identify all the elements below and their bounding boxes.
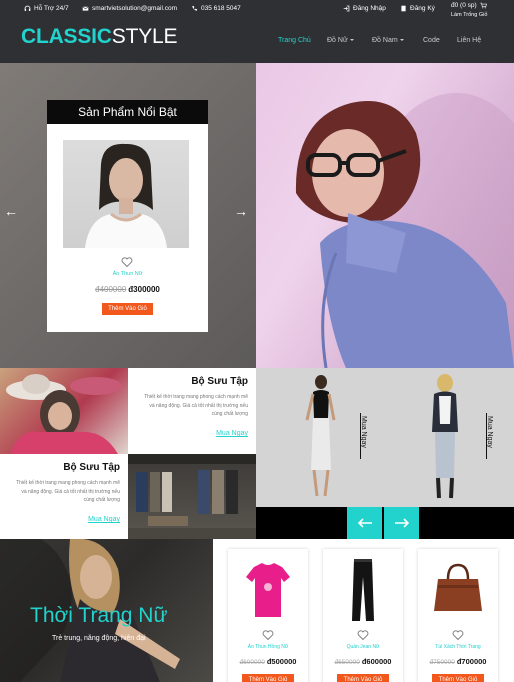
- sign-in-icon: [343, 5, 350, 12]
- cart-clear-link[interactable]: Làm Trống Giỏ: [451, 12, 487, 18]
- product-name[interactable]: Quần Jean Nữ: [323, 644, 403, 650]
- product-image[interactable]: [428, 555, 488, 625]
- women-fashion-banner[interactable]: Thời Trang Nữ Trẻ trung, năng động, hiện…: [0, 539, 213, 682]
- new-price: đ300000: [128, 285, 160, 294]
- cart-link[interactable]: đ0 (0 sp): [451, 2, 487, 9]
- old-price: đ750000: [429, 659, 455, 666]
- heart-icon[interactable]: [262, 629, 274, 641]
- featured-product-card: Sản Phẩm Nổi Bật Áo Thun Nữ đ400000 đ3000…: [47, 100, 208, 332]
- product-price: đ650000 đ600000: [323, 657, 403, 666]
- nav-men[interactable]: Đồ Nam: [372, 37, 404, 44]
- heart-icon[interactable]: [452, 629, 464, 641]
- buy-now-link-1[interactable]: Mua Ngay: [360, 416, 367, 448]
- main-header: CLASSICSTYLE Trang Chủ Đồ Nữ Đồ Nam Code…: [0, 20, 514, 63]
- hero-model-image: [256, 63, 514, 368]
- cart-icon: [480, 2, 487, 9]
- nav-women[interactable]: Đồ Nữ: [327, 37, 354, 44]
- email-label: smartvietsolution@gmail.com: [92, 5, 177, 12]
- collection-buy-link-1[interactable]: Mua Ngay: [216, 430, 248, 437]
- product-name[interactable]: Túi Xách Thời Trang: [418, 644, 498, 650]
- site-logo[interactable]: CLASSICSTYLE: [21, 25, 178, 48]
- cart-summary: đ0 (0 sp): [451, 2, 477, 9]
- models-prev-button[interactable]: [347, 507, 382, 539]
- add-to-cart-button[interactable]: Thêm Vào Giỏ: [242, 674, 294, 682]
- women-banner-title: Thời Trang Nữ: [30, 604, 168, 627]
- phone-icon: [192, 5, 198, 11]
- collection-buy-link-2[interactable]: Mua Ngay: [88, 516, 120, 523]
- nav-women-label: Đồ Nữ: [327, 37, 348, 44]
- register-link[interactable]: Đăng Ký: [400, 5, 435, 12]
- add-to-cart-button[interactable]: Thêm Vào Giỏ: [432, 674, 484, 682]
- collection-image-hats[interactable]: [0, 368, 128, 454]
- phone-label: 035 618 5047: [201, 5, 241, 12]
- collection-desc-2: Thiết kế thời trang mang phong cách mạnh…: [16, 480, 120, 503]
- models-showcase: Mua Ngay Mua Ngay: [256, 368, 514, 507]
- product-price: đ600000 đ500000: [228, 657, 308, 666]
- model-image-2[interactable]: [424, 374, 466, 502]
- register-label: Đăng Ký: [410, 5, 435, 12]
- support-label: Hỗ Trợ 24/7: [34, 5, 69, 12]
- nav-code-label: Code: [423, 37, 440, 44]
- heart-icon[interactable]: [357, 629, 369, 641]
- support-item[interactable]: Hỗ Trợ 24/7: [24, 5, 69, 12]
- headset-icon: [24, 5, 31, 11]
- model-image-1[interactable]: [301, 374, 341, 502]
- featured-title: Sản Phẩm Nổi Bật: [47, 100, 208, 124]
- add-to-cart-button[interactable]: Thêm Vào Giỏ: [102, 303, 153, 315]
- nav-contact[interactable]: Liên Hệ: [457, 37, 481, 44]
- product-name[interactable]: Áo Thun Hồng Nữ: [228, 644, 308, 650]
- models-next-button[interactable]: [384, 507, 419, 539]
- email-item[interactable]: smartvietsolution@gmail.com: [82, 5, 177, 12]
- add-to-cart-button[interactable]: Thêm Vào Giỏ: [337, 674, 389, 682]
- product-card: Quần Jean Nữ đ650000 đ600000 Thêm Vào Giỏ: [323, 549, 403, 682]
- featured-product-image[interactable]: [63, 140, 189, 248]
- slider-prev-arrow-icon[interactable]: ←: [4, 204, 18, 218]
- product-image[interactable]: [238, 555, 298, 625]
- collection-title-2: Bộ Sưu Tập: [63, 462, 120, 473]
- document-icon: [401, 5, 406, 12]
- featured-price: đ400000 đ300000: [47, 285, 208, 294]
- product-price: đ750000 đ700000: [418, 657, 498, 666]
- buy-now-link-2[interactable]: Mua Ngay: [486, 416, 493, 448]
- old-price: đ400000: [95, 285, 127, 294]
- arrow-left-icon: [357, 518, 372, 528]
- collection-text-1: Bộ Sưu Tập Thiết kế thời trang mang phon…: [128, 368, 256, 454]
- nav-home[interactable]: Trang Chủ: [278, 37, 311, 44]
- slider-next-arrow-icon[interactable]: →: [234, 204, 248, 218]
- old-price: đ650000: [334, 659, 360, 666]
- collection-image-store[interactable]: [128, 454, 256, 539]
- product-card: Áo Thun Hồng Nữ đ600000 đ500000 Thêm Vào …: [228, 549, 308, 682]
- nav-code[interactable]: Code: [423, 37, 440, 44]
- chevron-down-icon: [399, 39, 404, 42]
- logo-classic: CLASSIC: [21, 25, 112, 48]
- old-price: đ600000: [239, 659, 265, 666]
- women-banner-subtitle: Trẻ trung, năng động, hiện đại: [52, 635, 146, 642]
- new-price: đ500000: [266, 657, 297, 666]
- collection-text-2: Bộ Sưu Tập Thiết kế thời trang mang phon…: [0, 454, 128, 539]
- arrow-right-icon: [394, 518, 409, 528]
- phone-item[interactable]: 035 618 5047: [191, 5, 241, 12]
- chevron-down-icon: [349, 39, 354, 42]
- heart-icon[interactable]: [121, 256, 133, 268]
- top-bar: Hỗ Trợ 24/7 smartvietsolution@gmail.com …: [0, 0, 514, 20]
- collection-title-1: Bộ Sưu Tập: [191, 376, 248, 387]
- login-link[interactable]: Đăng Nhập: [343, 5, 386, 12]
- product-card: Túi Xách Thời Trang đ750000 đ700000 Thêm …: [418, 549, 498, 682]
- nav-men-label: Đồ Nam: [372, 37, 398, 44]
- login-label: Đăng Nhập: [353, 5, 386, 12]
- envelope-icon: [82, 6, 89, 11]
- nav-home-label: Trang Chủ: [278, 37, 311, 44]
- new-price: đ600000: [361, 657, 392, 666]
- product-image[interactable]: [333, 555, 393, 625]
- nav-contact-label: Liên Hệ: [457, 37, 482, 44]
- featured-product-name[interactable]: Áo Thun Nữ: [47, 271, 208, 277]
- logo-style: STYLE: [111, 25, 178, 48]
- collection-desc-1: Thiết kế thời trang mang phong cách mạnh…: [144, 394, 248, 417]
- new-price: đ700000: [456, 657, 487, 666]
